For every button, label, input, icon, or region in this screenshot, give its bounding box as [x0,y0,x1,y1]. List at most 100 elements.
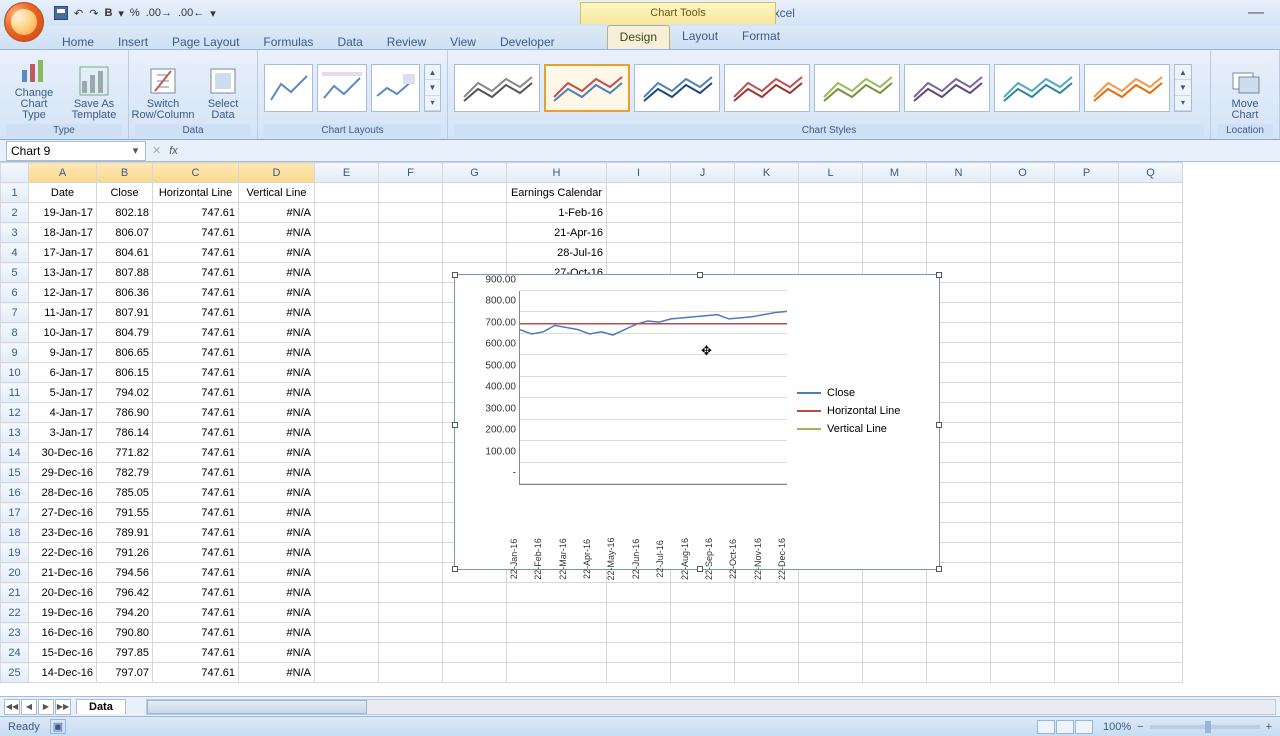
cell[interactable]: 747.61 [153,443,239,463]
save-as-template-button[interactable]: Save As Template [66,53,122,123]
cell[interactable] [507,603,607,623]
cell[interactable] [1055,563,1119,583]
cell[interactable] [1119,403,1183,423]
cell[interactable]: 804.79 [97,323,153,343]
cell[interactable] [315,283,379,303]
cell[interactable]: #N/A [239,643,315,663]
col-header-F[interactable]: F [379,163,443,183]
cell[interactable] [991,363,1055,383]
cell[interactable] [1119,523,1183,543]
cell[interactable] [799,643,863,663]
cell[interactable]: 747.61 [153,483,239,503]
row-header[interactable]: 23 [1,623,29,643]
cell[interactable]: Close [97,183,153,203]
cell[interactable] [379,543,443,563]
cell[interactable]: Horizontal Line [153,183,239,203]
cell[interactable]: 9-Jan-17 [29,343,97,363]
cell[interactable]: 1-Feb-16 [507,203,607,223]
cell[interactable] [507,583,607,603]
cell[interactable]: 747.61 [153,383,239,403]
cell[interactable] [1055,183,1119,203]
cell[interactable]: #N/A [239,503,315,523]
cell[interactable] [315,243,379,263]
cell[interactable] [443,623,507,643]
cell[interactable]: 12-Jan-17 [29,283,97,303]
cell[interactable] [863,583,927,603]
cell[interactable] [1119,363,1183,383]
cell[interactable]: 747.61 [153,643,239,663]
cell[interactable] [671,663,735,683]
cell[interactable] [315,263,379,283]
cell[interactable]: #N/A [239,323,315,343]
cell[interactable]: 747.61 [153,263,239,283]
cell[interactable] [735,183,799,203]
col-header-H[interactable]: H [507,163,607,183]
cell[interactable]: 797.85 [97,643,153,663]
cell[interactable] [315,503,379,523]
cell[interactable] [671,623,735,643]
tab-nav-next[interactable]: ▶ [38,699,54,715]
cell[interactable]: 747.61 [153,203,239,223]
zoom-out[interactable]: − [1137,721,1143,733]
cancel-icon[interactable]: ✕ [152,144,161,157]
cell[interactable]: 747.61 [153,503,239,523]
cell[interactable] [991,603,1055,623]
cell[interactable] [1055,643,1119,663]
cell[interactable] [991,383,1055,403]
cell[interactable] [379,663,443,683]
cell[interactable] [735,623,799,643]
row-header[interactable]: 2 [1,203,29,223]
cell[interactable]: 797.07 [97,663,153,683]
tab-nav-prev[interactable]: ◀ [21,699,37,715]
cell[interactable]: 747.61 [153,283,239,303]
name-box-input[interactable] [11,144,130,158]
cell[interactable]: #N/A [239,563,315,583]
cell[interactable] [607,663,671,683]
cell[interactable]: 791.55 [97,503,153,523]
cell[interactable] [507,643,607,663]
cell[interactable] [315,183,379,203]
cell[interactable]: #N/A [239,223,315,243]
select-data-button[interactable]: Select Data [195,53,251,123]
cell[interactable]: 786.14 [97,423,153,443]
cell[interactable]: 747.61 [153,663,239,683]
col-header-B[interactable]: B [97,163,153,183]
col-header-I[interactable]: I [607,163,671,183]
cell[interactable] [315,623,379,643]
cell[interactable] [1055,663,1119,683]
cell[interactable] [991,443,1055,463]
cell[interactable]: #N/A [239,383,315,403]
cell[interactable] [991,563,1055,583]
cell[interactable] [1055,463,1119,483]
cell[interactable]: 747.61 [153,363,239,383]
cell[interactable] [863,643,927,663]
cell[interactable] [1119,443,1183,463]
cell[interactable] [443,603,507,623]
cell[interactable] [1055,323,1119,343]
cell[interactable]: 794.56 [97,563,153,583]
cell[interactable]: 20-Dec-16 [29,583,97,603]
fx-icon[interactable]: fx [169,145,178,157]
cell[interactable]: 806.15 [97,363,153,383]
cell[interactable] [671,203,735,223]
tab-nav-last[interactable]: ▶▶ [55,699,71,715]
chart-style-8[interactable] [1084,64,1170,112]
cell[interactable]: 794.02 [97,383,153,403]
legend-item[interactable]: Close [797,387,927,399]
cell[interactable] [379,403,443,423]
cell[interactable] [379,243,443,263]
cell[interactable] [799,583,863,603]
chart-style-3[interactable] [634,64,720,112]
cell[interactable]: 747.61 [153,343,239,363]
cell[interactable] [1055,263,1119,283]
cell[interactable]: 747.61 [153,563,239,583]
minimize-button[interactable]: — [1248,4,1264,22]
zoom-in[interactable]: + [1266,721,1272,733]
cell[interactable] [1055,343,1119,363]
cell[interactable]: Date [29,183,97,203]
cell[interactable] [379,203,443,223]
cell[interactable] [991,543,1055,563]
cell[interactable] [379,283,443,303]
cell[interactable] [991,663,1055,683]
cell[interactable]: 802.18 [97,203,153,223]
